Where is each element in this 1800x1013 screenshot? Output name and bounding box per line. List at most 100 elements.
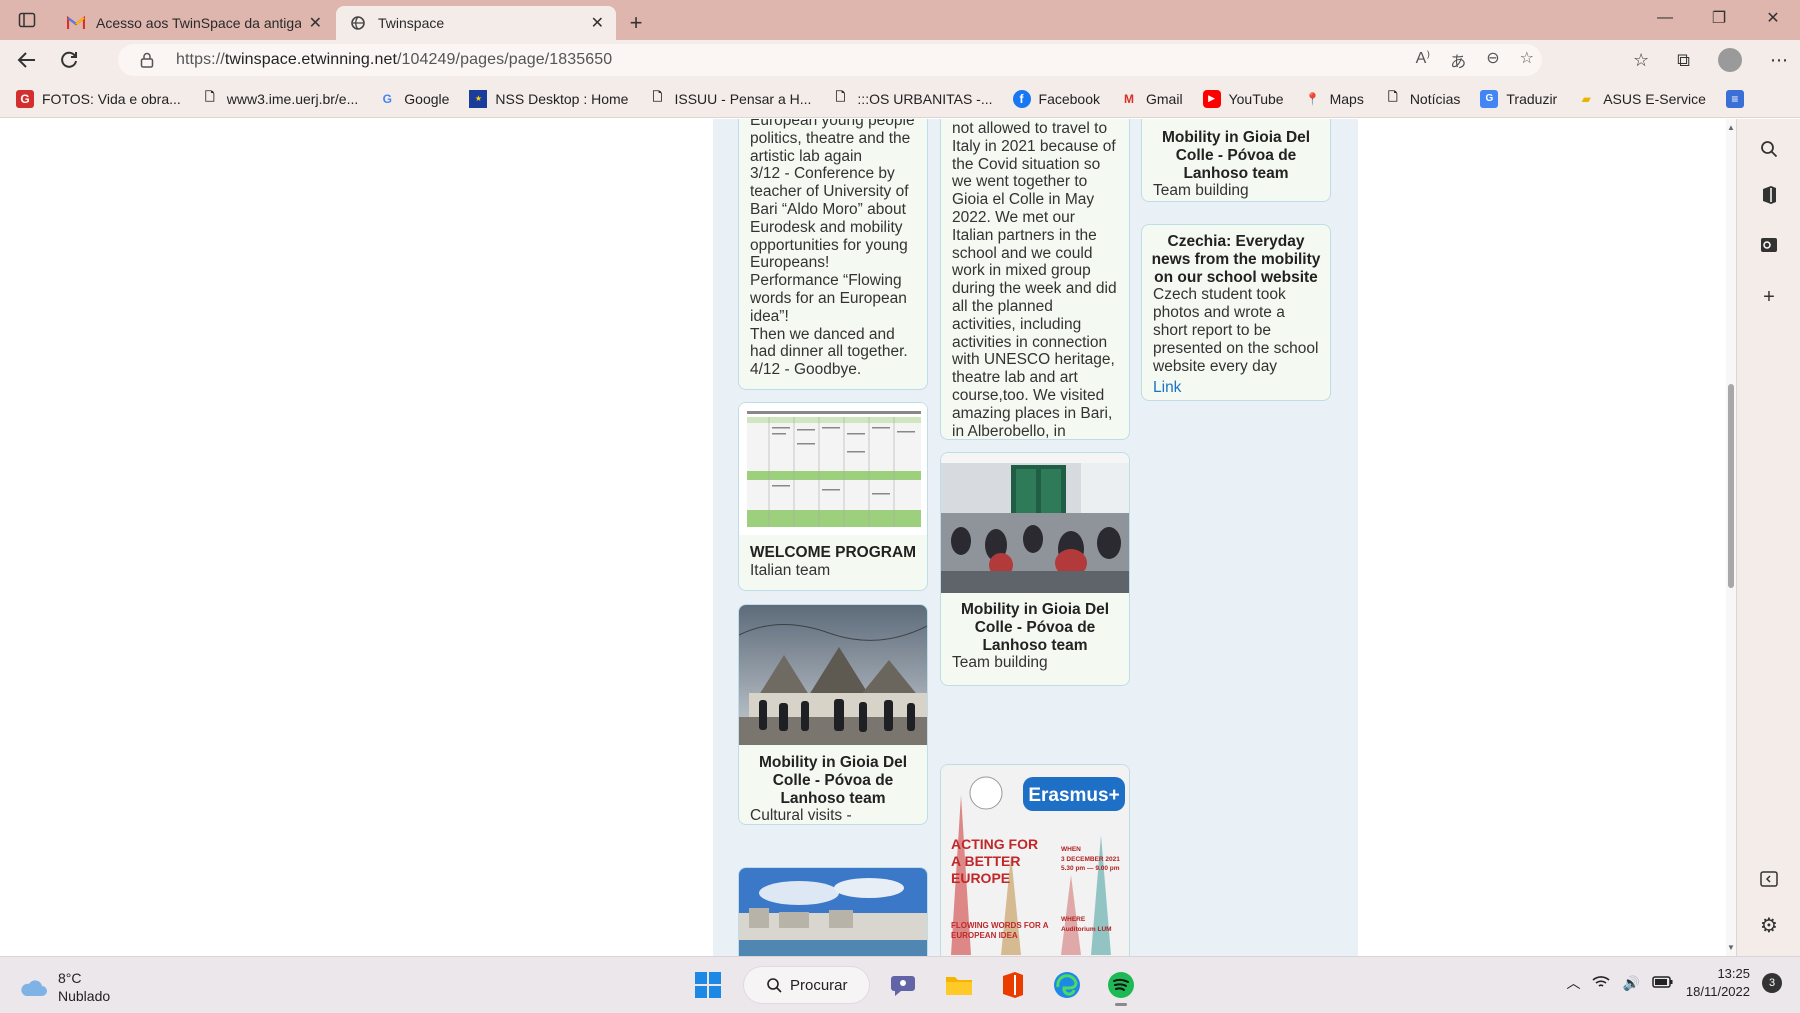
office-icon[interactable] <box>1757 183 1781 207</box>
collections-icon[interactable]: ⧉ <box>1677 50 1690 71</box>
erasmus-poster: Erasmus+ ACTING FOR A BETTER EUROPE WHEN… <box>941 765 1129 956</box>
url-text[interactable]: https://twinspace.etwinning.net/104249/p… <box>176 51 612 69</box>
profile-avatar-icon[interactable] <box>1718 48 1742 72</box>
czech-website-link[interactable]: Link <box>1142 375 1330 400</box>
weather-temperature: 8°C <box>58 970 82 986</box>
taskbar-search[interactable]: Procurar <box>744 967 869 1003</box>
bookmark-gmail[interactable]: M Gmail <box>1120 90 1183 108</box>
mobility-cultural-card[interactable]: Mobility in Gioia Del Colle - Póvoa de L… <box>738 604 928 825</box>
bookmark-uerj[interactable]: 🗋 www3.ime.uerj.br/e... <box>201 90 358 108</box>
bookmark-youtube[interactable]: ▶ YouTube <box>1202 89 1284 108</box>
clock[interactable]: 13:25 18/11/2022 <box>1686 965 1750 1001</box>
minimize-icon[interactable]: — <box>1638 0 1692 36</box>
gmail-icon <box>66 15 86 31</box>
travel-text: not allowed to travel to Italy in 2021 b… <box>952 120 1117 440</box>
windows-taskbar: 8°C Nublado Procurar ︿ 🔊 13:25 18/11/202… <box>0 956 1800 1013</box>
svg-text:A BETTER: A BETTER <box>951 853 1020 869</box>
search-icon[interactable] <box>1757 137 1781 161</box>
favorites-icon[interactable]: ☆ <box>1633 50 1649 71</box>
notification-badge[interactable]: 3 <box>1762 973 1782 993</box>
seaside-photo <box>739 868 927 956</box>
navigation-bar: https://twinspace.etwinning.net/104249/p… <box>0 40 1800 80</box>
card-title: Czechia: Everyday news from the mobility… <box>1151 233 1321 286</box>
svg-text:FLOWING WORDS FOR A: FLOWING WORDS FOR A <box>951 921 1049 930</box>
travel-story-card[interactable]: not allowed to travel to Italy in 2021 b… <box>940 119 1130 440</box>
harbour-card[interactable] <box>738 867 928 956</box>
tab-twinspace[interactable]: Twinspace ✕ <box>336 6 616 40</box>
program-text: European young people politics, theatre … <box>750 119 915 379</box>
bookmark-urbanitas[interactable]: 🗋:::OS URBANITAS -... <box>831 90 993 108</box>
back-icon[interactable] <box>6 42 48 78</box>
outlook-icon[interactable] <box>1757 233 1781 257</box>
new-tab-button[interactable]: + <box>618 6 654 40</box>
bookmark-maps[interactable]: 📍 Maps <box>1304 90 1364 108</box>
bookmark-issuu[interactable]: 🗋 ISSUU - Pensar a H... <box>648 90 812 108</box>
event-poster-card[interactable]: Erasmus+ ACTING FOR A BETTER EUROPE WHEN… <box>940 764 1130 956</box>
poster-erasmus: Erasmus+ <box>1028 785 1119 806</box>
add-sidebar-icon[interactable]: + <box>1757 285 1781 309</box>
bookmark-facebook[interactable]: f Facebook <box>1012 89 1100 108</box>
bookmark-noticias[interactable]: 🗋 Notícias <box>1384 90 1460 108</box>
translate-page-icon[interactable]: あ <box>1450 48 1466 72</box>
spotify-app[interactable] <box>1103 965 1139 1006</box>
trulli-photo[interactable] <box>739 605 927 745</box>
search-label: Procurar <box>790 976 848 994</box>
add-favorite-icon[interactable]: ☆ <box>1520 48 1534 72</box>
edge-icon <box>1054 972 1080 998</box>
bookmark-fotos[interactable]: G FOTOS: Vida e obra... <box>16 89 181 108</box>
close-tab-icon[interactable]: ✕ <box>591 13 604 33</box>
file-explorer-app[interactable] <box>941 965 977 1005</box>
edge-app[interactable] <box>1049 965 1085 1005</box>
padlet-board: European young people politics, theatre … <box>713 119 1358 956</box>
weather-widget[interactable]: 8°C Nublado <box>18 969 110 1005</box>
gmail-icon: M <box>1124 91 1134 106</box>
page-scrollbar[interactable]: ▲ ▼ <box>1726 119 1736 956</box>
other-favorites-icon[interactable]: ≡ <box>1725 89 1752 108</box>
title-bar: Acesso aos TwinSpace da antiga ✕ Twinspa… <box>0 0 1800 40</box>
card-text: Czech student took photos and wrote a sh… <box>1153 286 1319 375</box>
translate-icon: G <box>1480 89 1499 108</box>
maps-icon: 📍 <box>1305 91 1321 106</box>
welcome-program-card[interactable]: WELCOME PROGRAM Italian team <box>738 402 928 591</box>
hide-sidebar-icon[interactable] <box>1757 867 1781 891</box>
close-tab-icon[interactable]: ✕ <box>309 13 322 33</box>
address-bar[interactable]: https://twinspace.etwinning.net/104249/p… <box>118 44 1542 76</box>
schedule-table-image <box>739 403 927 535</box>
scroll-down-icon[interactable]: ▼ <box>1727 943 1735 952</box>
search-icon <box>767 978 782 993</box>
scroll-up-icon[interactable]: ▲ <box>1727 123 1735 132</box>
office-app[interactable] <box>995 965 1031 1005</box>
spotify-icon <box>1108 972 1134 998</box>
volume-icon[interactable]: 🔊 <box>1622 975 1639 992</box>
bookmark-nss[interactable]: ★ NSS Desktop : Home <box>469 89 628 108</box>
tab-gmail[interactable]: Acesso aos TwinSpace da antiga ✕ <box>54 6 334 40</box>
bookmark-traduzir[interactable]: G Traduzir <box>1480 89 1557 108</box>
czech-news-card[interactable]: Czechia: Everyday news from the mobility… <box>1141 224 1331 401</box>
tab-actions-button[interactable] <box>0 0 54 40</box>
classroom-photo[interactable] <box>941 453 1129 593</box>
settings-gear-icon[interactable]: ⚙ <box>1757 913 1781 937</box>
mobility-team-building-card-2[interactable]: Mobility in Gioia Del Colle - Póvoa de L… <box>1141 119 1331 202</box>
mobility-team-building-card[interactable]: Mobility in Gioia Del Colle - Póvoa de L… <box>940 452 1130 686</box>
teams-chat-app[interactable] <box>887 965 923 1005</box>
card-title: Mobility in Gioia Del Colle - Póvoa de L… <box>758 754 908 807</box>
scrollbar-thumb[interactable] <box>1728 384 1734 588</box>
bookmark-asus[interactable]: ▰ ASUS E-Service <box>1577 90 1706 108</box>
program-card[interactable]: European young people politics, theatre … <box>738 119 928 390</box>
more-icon[interactable]: ⋯ <box>1770 50 1788 71</box>
card-subtitle: Cultural visits - Aerobello <box>750 807 852 825</box>
read-aloud-icon[interactable]: A⁾ <box>1416 48 1431 72</box>
start-button[interactable] <box>690 965 726 1005</box>
show-hidden-icons[interactable]: ︿ <box>1566 973 1580 993</box>
page-icon: 🗋 <box>1387 90 1398 104</box>
restore-icon[interactable]: ❐ <box>1692 0 1746 36</box>
wifi-icon[interactable] <box>1592 975 1610 992</box>
tab-title: Acesso aos TwinSpace da antiga <box>96 15 301 31</box>
battery-icon[interactable] <box>1652 975 1674 992</box>
lock-icon[interactable] <box>140 52 158 68</box>
refresh-icon[interactable] <box>48 42 90 78</box>
close-window-icon[interactable]: ✕ <box>1746 0 1800 36</box>
welcome-program-image[interactable] <box>739 403 927 535</box>
bookmark-google[interactable]: G Google <box>378 90 450 108</box>
zoom-out-icon[interactable]: ⊖ <box>1486 48 1499 72</box>
